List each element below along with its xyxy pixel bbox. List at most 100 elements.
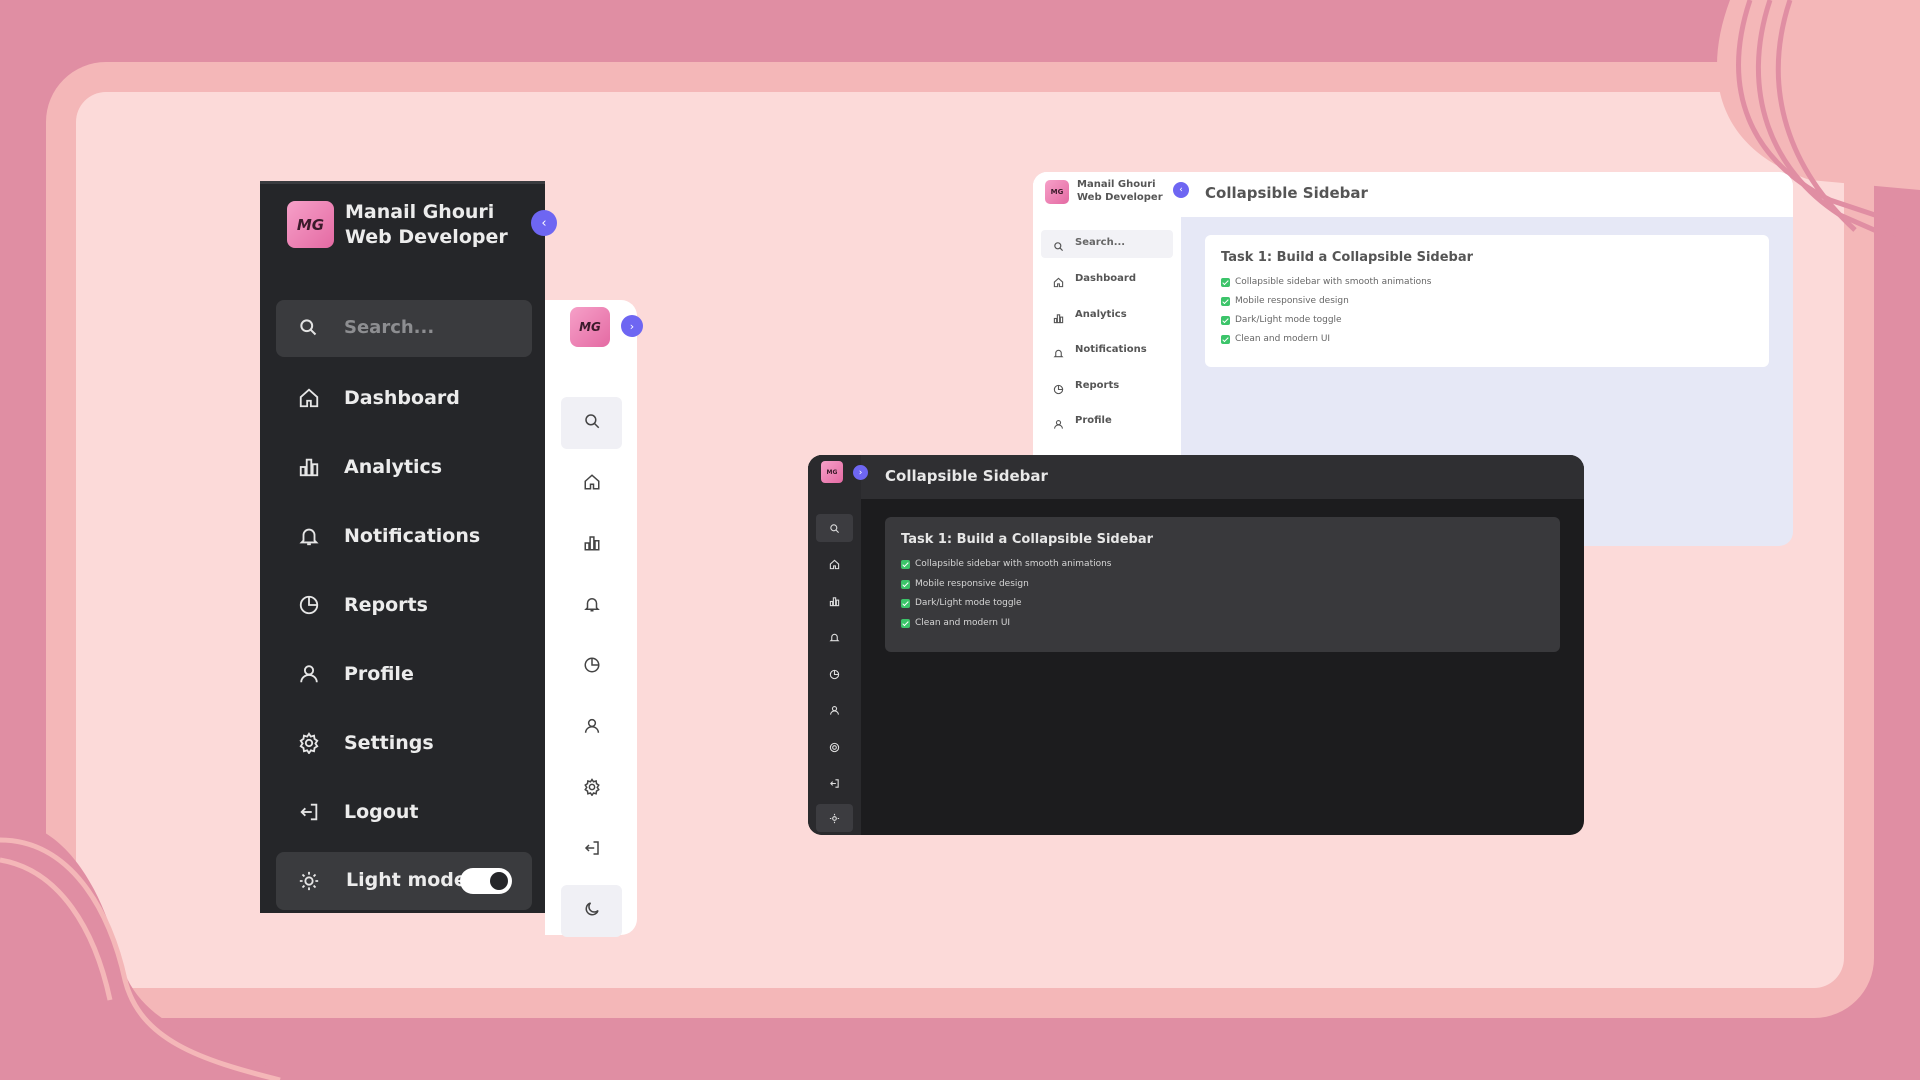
bar-chart-icon xyxy=(1053,309,1064,328)
checkbox-icon xyxy=(901,618,910,628)
sidebar-item-label: Logout xyxy=(344,801,419,823)
sidebar-item-label: Analytics xyxy=(344,456,443,478)
sidebar-item-label: Dashboard xyxy=(1075,273,1136,284)
sidebar-item-dashboard[interactable]: Dashboard xyxy=(1041,266,1173,294)
sidebar-item-notifications[interactable] xyxy=(561,580,622,632)
checkbox-icon xyxy=(1221,315,1230,325)
sidebar-item-settings[interactable] xyxy=(561,763,622,815)
search-input[interactable]: Search... xyxy=(1041,230,1173,258)
theme-toggle[interactable] xyxy=(460,868,512,894)
sidebar-item-settings[interactable]: Settings xyxy=(276,718,532,770)
task-title: Task 1: Build a Collapsible Sidebar xyxy=(901,532,1154,547)
sidebar-item-label: Dashboard xyxy=(344,387,460,409)
chevron-left-icon: ‹ xyxy=(541,215,547,231)
pie-chart-icon xyxy=(298,594,320,620)
sidebar-item-dashboard[interactable] xyxy=(561,458,622,510)
gear-icon xyxy=(829,738,840,757)
sidebar-item-logout[interactable] xyxy=(816,769,853,797)
task-item: Collapsible sidebar with smooth animatio… xyxy=(901,559,1112,569)
sidebar-item-reports[interactable] xyxy=(816,660,853,688)
user-icon xyxy=(583,717,601,739)
sidebar-item-profile[interactable]: Profile xyxy=(276,649,532,701)
chevron-left-icon: ‹ xyxy=(1179,185,1183,195)
sidebar-item-reports[interactable]: Reports xyxy=(1041,373,1173,401)
search-icon xyxy=(829,519,840,538)
sidebar-item-reports[interactable]: Reports xyxy=(276,580,532,632)
search-button[interactable] xyxy=(561,397,622,449)
sun-icon xyxy=(829,809,840,828)
light-collapsed-sidebar: MG › xyxy=(545,300,643,937)
pie-chart-icon xyxy=(583,656,601,678)
search-button[interactable] xyxy=(816,514,853,542)
sidebar-item-profile[interactable] xyxy=(561,702,622,754)
task-label: Collapsible sidebar with smooth animatio… xyxy=(915,559,1112,569)
bell-icon xyxy=(583,595,601,617)
task-label: Clean and modern UI xyxy=(915,618,1011,628)
task-label: Collapsible sidebar with smooth animatio… xyxy=(1235,277,1432,287)
sidebar-item-label: Reports xyxy=(344,594,428,616)
search-placeholder: Search... xyxy=(344,317,435,338)
task-item: Collapsible sidebar with smooth animatio… xyxy=(1221,277,1432,287)
search-input[interactable]: Search... xyxy=(276,300,532,357)
checkbox-icon xyxy=(901,559,910,569)
home-icon xyxy=(829,555,840,574)
sidebar-item-analytics[interactable]: Analytics xyxy=(1041,302,1173,330)
sidebar-item-label: Profile xyxy=(1075,415,1112,426)
logout-icon xyxy=(298,801,320,827)
theme-toggle[interactable] xyxy=(816,804,853,832)
sidebar-item-label: Notifications xyxy=(344,525,481,547)
sidebar-item-logout[interactable] xyxy=(561,824,622,876)
task-item: Clean and modern UI xyxy=(901,618,1010,628)
user-role: Web Developer xyxy=(1077,192,1163,203)
user-name: Manail Ghouri xyxy=(345,201,495,223)
bell-icon xyxy=(829,628,840,647)
avatar: MG xyxy=(821,461,843,483)
avatar: MG xyxy=(287,201,334,248)
checkbox-icon xyxy=(901,579,910,589)
gear-icon xyxy=(583,778,601,800)
expand-button[interactable]: › xyxy=(621,315,643,337)
task-item: Mobile responsive design xyxy=(901,579,1029,589)
sidebar-item-notifications[interactable] xyxy=(816,623,853,651)
search-placeholder: Search... xyxy=(1075,237,1126,248)
expand-button[interactable]: › xyxy=(853,465,868,480)
search-icon xyxy=(583,412,601,434)
chevron-right-icon: › xyxy=(629,319,635,333)
sidebar-item-settings[interactable] xyxy=(816,733,853,761)
collapse-button[interactable]: ‹ xyxy=(1173,182,1189,198)
logout-icon xyxy=(829,774,840,793)
user-icon xyxy=(829,701,840,720)
task-label: Clean and modern UI xyxy=(1235,334,1331,344)
user-icon xyxy=(1053,415,1064,434)
sidebar-item-dashboard[interactable]: Dashboard xyxy=(276,373,532,425)
bell-icon xyxy=(298,525,320,551)
sidebar-item-label: Settings xyxy=(344,732,434,754)
bar-chart-icon xyxy=(298,456,320,482)
task-card: Task 1: Build a Collapsible Sidebar Coll… xyxy=(885,517,1560,652)
sidebar-item-profile[interactable]: Profile xyxy=(1041,408,1173,436)
collapse-button[interactable]: ‹ xyxy=(531,210,557,236)
sidebar-item-dashboard[interactable] xyxy=(816,550,853,578)
sidebar-item-analytics[interactable]: Analytics xyxy=(276,442,532,494)
theme-toggle[interactable] xyxy=(561,885,622,937)
sidebar-item-analytics[interactable] xyxy=(561,519,622,571)
task-item: Dark/Light mode toggle xyxy=(1221,315,1342,325)
sidebar-item-notifications[interactable]: Notifications xyxy=(276,511,532,563)
task-item: Dark/Light mode toggle xyxy=(901,598,1022,608)
checkbox-icon xyxy=(1221,277,1230,287)
search-icon xyxy=(1053,237,1064,256)
dark-expanded-sidebar: MG Manail Ghouri Web Developer ‹ Search.… xyxy=(260,181,557,913)
sidebar-item-label: Profile xyxy=(344,663,414,685)
task-label: Mobile responsive design xyxy=(915,579,1029,589)
task-title: Task 1: Build a Collapsible Sidebar xyxy=(1221,250,1474,265)
sidebar-item-analytics[interactable] xyxy=(816,587,853,615)
avatar: MG xyxy=(1045,180,1069,204)
sidebar-item-logout[interactable]: Logout xyxy=(276,787,532,839)
sidebar-item-profile[interactable] xyxy=(816,696,853,724)
task-item: Mobile responsive design xyxy=(1221,296,1349,306)
sidebar-item-notifications[interactable]: Notifications xyxy=(1041,337,1173,365)
home-icon xyxy=(583,473,601,495)
sidebar-item-reports[interactable] xyxy=(561,641,622,693)
sidebar-item-label: Reports xyxy=(1075,380,1120,391)
home-icon xyxy=(1053,273,1064,292)
